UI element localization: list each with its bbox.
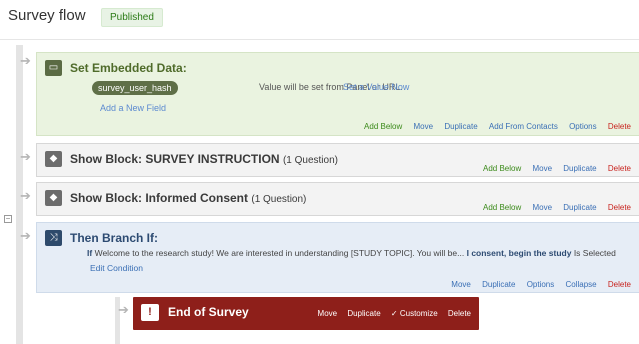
flow-arrow-icon: ➔ [20,228,31,243]
question-count: (1 Question) [251,194,307,205]
condition-if: If [87,248,93,258]
delete-button[interactable]: Delete [448,309,471,318]
condition-operator: Is Selected [573,248,616,258]
edit-condition-link[interactable]: Edit Condition [90,263,143,273]
duplicate-button[interactable]: Duplicate [563,164,596,173]
end-of-survey-actions: Move Duplicate ✓ Customize Delete [310,309,471,318]
options-button[interactable]: Options [569,122,597,131]
add-below-button[interactable]: Add Below [483,203,521,212]
branch-icon: ⤨ [45,230,62,246]
delete-button[interactable]: Delete [608,164,631,173]
branch-condition[interactable]: If Welcome to the research study! We are… [87,248,616,258]
flow-arrow-icon: ➔ [20,53,31,68]
element-title: Set Embedded Data: [70,61,187,75]
flow-canvas: ➔ ➔ ➔ ➔ − ▭ Set Embedded Data: survey_us… [0,41,639,344]
add-from-contacts-button[interactable]: Add From Contacts [489,122,558,131]
block-element-survey-instruction: ◆ Show Block: SURVEY INSTRUCTION (1 Ques… [36,143,639,177]
block-element-informed-consent: ◆ Show Block: Informed Consent (1 Questi… [36,182,639,216]
duplicate-button[interactable]: Duplicate [482,280,515,289]
warning-icon: ! [141,304,159,321]
question-count: (1 Question) [282,155,338,166]
delete-button[interactable]: Delete [608,122,631,131]
block-actions: Add Below Move Duplicate Delete [474,164,631,173]
duplicate-button[interactable]: Duplicate [347,309,380,318]
element-title: Show Block: SURVEY INSTRUCTION (1 Questi… [70,152,338,166]
block-title: Show Block: SURVEY INSTRUCTION [70,152,280,166]
condition-question: Welcome to the research study! We are in… [94,248,465,258]
add-new-field-link[interactable]: Add a New Field [100,103,166,113]
options-button[interactable]: Options [527,280,555,289]
delete-button[interactable]: Delete [608,203,631,212]
block-title: Show Block: Informed Consent [70,191,249,205]
page-title: Survey flow [8,7,86,24]
embedded-actions: Add Below Move Duplicate Add From Contac… [355,122,631,131]
block-icon: ◆ [45,190,62,206]
flow-arrow-icon: ➔ [20,149,31,164]
move-button[interactable]: Move [532,164,552,173]
set-value-link[interactable]: Set a Value Now [343,82,409,92]
block-icon: ◆ [45,151,62,167]
move-button[interactable]: Move [318,309,338,318]
branch-actions: Move Duplicate Options Collapse Delete [442,280,631,289]
element-title: Show Block: Informed Consent (1 Question… [70,191,306,205]
flow-arrow-icon: ➔ [20,188,31,203]
move-button[interactable]: Move [451,280,471,289]
flow-arrow-icon: ➔ [118,302,129,317]
element-title: Then Branch If: [70,231,159,245]
move-button[interactable]: Move [532,203,552,212]
embedded-data-icon: ▭ [45,60,62,76]
customize-button[interactable]: ✓ Customize [391,309,438,318]
status-badge: Published [101,8,163,27]
condition-choice: I consent, begin the study [466,248,572,258]
survey-flow-header: Survey flow Published [0,0,639,40]
element-title: End of Survey [168,305,249,319]
collapse-toggle-icon[interactable]: − [4,215,12,223]
duplicate-button[interactable]: Duplicate [563,203,596,212]
add-below-button[interactable]: Add Below [364,122,402,131]
branch-element: ⤨ Then Branch If: If Welcome to the rese… [36,222,639,293]
duplicate-button[interactable]: Duplicate [444,122,477,131]
move-button[interactable]: Move [414,122,434,131]
embedded-data-element: ▭ Set Embedded Data: survey_user_hash Va… [36,52,639,136]
embedded-field-name[interactable]: survey_user_hash [92,81,178,95]
block-actions: Add Below Move Duplicate Delete [474,203,631,212]
delete-button[interactable]: Delete [608,280,631,289]
end-of-survey-element: ! End of Survey Move Duplicate ✓ Customi… [133,297,479,330]
add-below-button[interactable]: Add Below [483,164,521,173]
collapse-button[interactable]: Collapse [566,280,597,289]
